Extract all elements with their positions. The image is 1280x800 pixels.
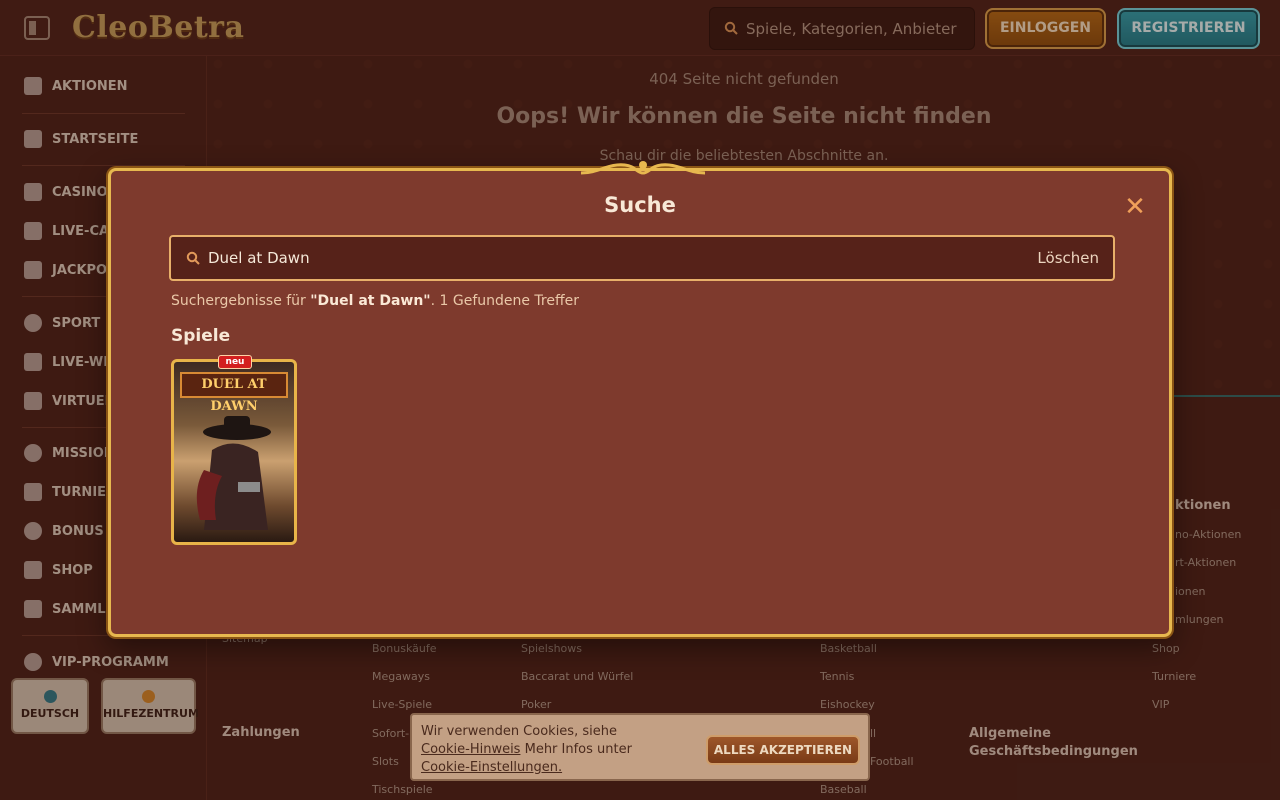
- ornament-icon: [580, 161, 706, 175]
- search-value: Duel at Dawn: [208, 249, 310, 267]
- cookie-text-part: Mehr Infos unter: [520, 742, 632, 757]
- results-query: "Duel at Dawn": [310, 293, 431, 309]
- results-prefix: Suchergebnisse für: [171, 293, 311, 309]
- search-icon: [186, 251, 200, 265]
- game-title: DUEL AT DAWN: [180, 372, 288, 414]
- clear-search-button[interactable]: Löschen: [1037, 249, 1099, 267]
- search-modal: Suche ✕ Duel at Dawn Löschen Suchergebni…: [108, 161, 1172, 637]
- modal-search-input[interactable]: Duel at Dawn Löschen: [169, 235, 1115, 281]
- game-tile-duel-at-dawn[interactable]: DUEL AT DAWN: [171, 359, 297, 545]
- search-results-summary: Suchergebnisse für "Duel at Dawn". 1 Gef…: [171, 293, 579, 309]
- results-count: . 1 Gefundene Treffer: [430, 293, 579, 309]
- accept-all-cookies-button[interactable]: ALLES AKZEPTIEREN: [706, 735, 860, 765]
- cookie-settings-link[interactable]: Cookie-Einstellungen.: [421, 760, 562, 775]
- cookie-text: Wir verwenden Cookies, siehe Cookie-Hinwe…: [421, 723, 701, 777]
- modal-title: Suche: [604, 193, 676, 217]
- close-icon[interactable]: ✕: [1123, 194, 1147, 220]
- section-title-games: Spiele: [171, 326, 231, 346]
- cookie-text-part: Wir verwenden Cookies, siehe: [421, 724, 617, 739]
- cookie-notice-link[interactable]: Cookie-Hinweis: [421, 742, 520, 757]
- cookie-banner: Wir verwenden Cookies, siehe Cookie-Hinwe…: [410, 713, 870, 781]
- new-badge: neu: [218, 355, 252, 369]
- cowboy-illustration: [196, 416, 271, 530]
